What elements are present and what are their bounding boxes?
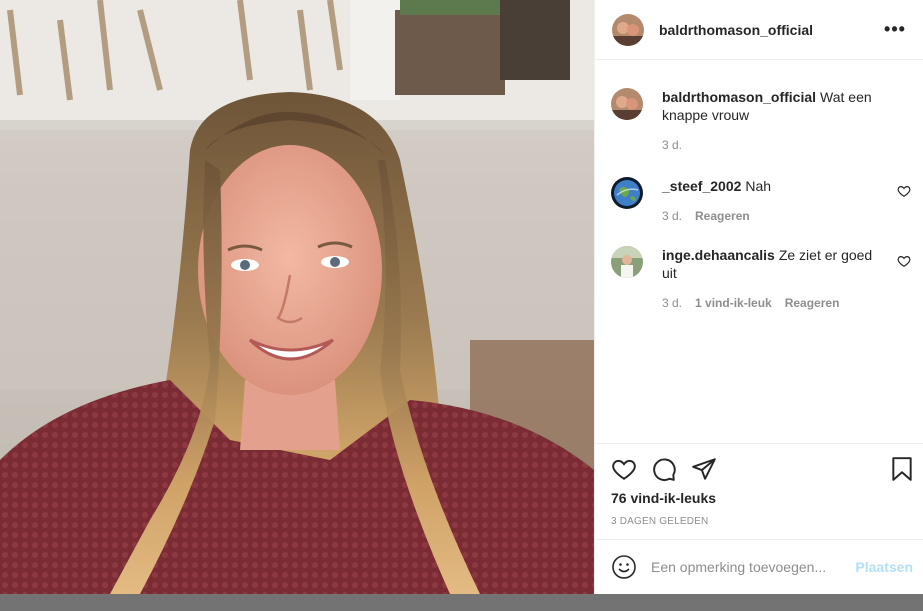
caption-time[interactable]: 3 d. <box>662 138 682 152</box>
reply-button[interactable]: Reageren <box>785 296 840 310</box>
commenter-avatar[interactable] <box>611 177 643 209</box>
instagram-post-modal: baldrthomason_official ••• baldrthomason… <box>0 0 923 611</box>
commenter-avatar[interactable] <box>611 246 643 278</box>
comment-likes-count[interactable]: 1 vind-ik-leuk <box>695 296 772 310</box>
comment-username[interactable]: _steef_2002 <box>662 178 741 194</box>
portrait-image <box>0 0 594 594</box>
comment-text: Nah <box>745 178 772 194</box>
comments-list: baldrthomason_official Wat een knappe vro… <box>595 68 923 443</box>
comment-icon[interactable] <box>651 456 677 482</box>
comment-like-heart-icon[interactable] <box>897 184 911 198</box>
paper-plane-icon[interactable] <box>691 456 717 482</box>
comment-input[interactable] <box>651 559 856 575</box>
reply-button[interactable]: Reageren <box>695 209 750 223</box>
comment-time[interactable]: 3 d. <box>662 296 682 310</box>
caption-item: baldrthomason_official Wat een knappe vro… <box>611 88 911 158</box>
post-header: baldrthomason_official ••• <box>595 0 923 60</box>
comment-body: inge.dehaancalis Ze ziet er goed uit <box>662 246 887 282</box>
more-horizontal-icon[interactable]: ••• <box>883 18 907 42</box>
comment-item: _steef_2002 Nah 3 d. Reageren <box>611 177 911 227</box>
add-comment-bar: Plaatsen <box>595 539 923 594</box>
window-bottom-bar <box>0 594 923 611</box>
caption-body: baldrthomason_official Wat een knappe vro… <box>662 88 887 124</box>
comment-body: _steef_2002 Nah <box>662 177 887 195</box>
post-actions: 76 vind-ik-leuks 3 DAGEN GELEDEN <box>595 443 923 539</box>
comment-meta: 3 d. Reageren <box>662 209 750 223</box>
caption-username[interactable]: baldrthomason_official <box>662 89 816 105</box>
bookmark-icon[interactable] <box>889 456 915 482</box>
smiley-icon[interactable] <box>611 554 637 580</box>
comment-time[interactable]: 3 d. <box>662 209 682 223</box>
post-date[interactable]: 3 DAGEN GELEDEN <box>611 516 708 527</box>
author-avatar[interactable] <box>612 13 644 46</box>
comment-meta: 3 d. 1 vind-ik-leuk Reageren <box>662 296 839 310</box>
post-side-panel: baldrthomason_official ••• baldrthomason… <box>594 0 923 594</box>
comment-username[interactable]: inge.dehaancalis <box>662 247 775 263</box>
likes-count[interactable]: 76 vind-ik-leuks <box>611 490 716 506</box>
heart-icon[interactable] <box>611 456 637 482</box>
post-comment-button[interactable]: Plaatsen <box>855 559 913 575</box>
caption-meta: 3 d. <box>662 138 682 152</box>
comment-item: inge.dehaancalis Ze ziet er goed uit 3 d.… <box>611 246 911 316</box>
author-username[interactable]: baldrthomason_official <box>659 22 883 38</box>
comment-like-heart-icon[interactable] <box>897 254 911 268</box>
action-icon-row <box>611 456 915 482</box>
caption-avatar[interactable] <box>611 88 643 120</box>
post-photo[interactable] <box>0 0 594 594</box>
